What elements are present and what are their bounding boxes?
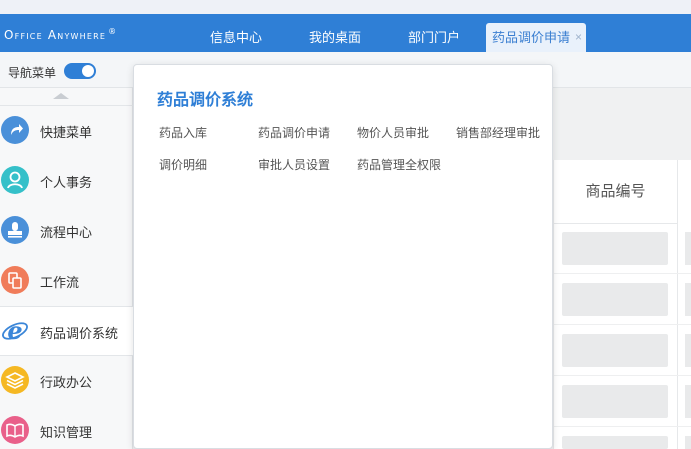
- row-divider: [554, 426, 691, 427]
- submenu-title: 药品调价系统: [157, 92, 254, 109]
- sidebar-item-label: 工作流: [40, 275, 80, 290]
- submenu-link-pricing-staff-approval[interactable]: 物价人员审批: [357, 124, 429, 141]
- table-cell[interactable]: [685, 334, 691, 367]
- submenu-link-price-adjust-details[interactable]: 调价明细: [159, 156, 207, 173]
- sidebar-item-workflow[interactable]: 工作流: [0, 256, 133, 306]
- submenu-link-drug-stock-in[interactable]: 药品入库: [159, 124, 207, 141]
- tab-my-desktop[interactable]: 我的桌面: [302, 23, 368, 52]
- submenu-link-price-adjust-request[interactable]: 药品调价申请: [258, 124, 330, 141]
- row-divider: [554, 273, 691, 274]
- table-cell[interactable]: [562, 385, 668, 418]
- sidebar-item-process-center[interactable]: 流程中心: [0, 206, 133, 256]
- sidebar-item-label: 快捷菜单: [40, 125, 93, 140]
- table-cell[interactable]: [562, 436, 668, 449]
- table-cell[interactable]: [685, 283, 691, 316]
- submenu-link-approver-settings[interactable]: 审批人员设置: [258, 156, 330, 173]
- table-cell[interactable]: [562, 334, 668, 367]
- sidebar-item-shortcut-menu[interactable]: 快捷菜单: [0, 106, 133, 156]
- sidebar-item-drug-pricing-system[interactable]: e 药品调价系统: [0, 306, 133, 356]
- app-header: Office Anywhere ® 信息中心 我的桌面 部门门户 药品调价申请 ×: [0, 14, 691, 52]
- sidebar-item-personal-affairs[interactable]: 个人事务: [0, 156, 133, 206]
- submenu-link-sales-manager-approval[interactable]: 销售部经理审批: [456, 124, 540, 141]
- brand-logo: Office Anywhere ®: [4, 27, 118, 42]
- layers-icon: [1, 366, 29, 394]
- tab-department-portal[interactable]: 部门门户: [401, 23, 467, 52]
- sidebar-item-administration[interactable]: 行政办公: [0, 356, 133, 406]
- sidebar: 快捷菜单 个人事务 流程中心 工作流 e 药品调价系统 行政办公 知识管理: [0, 88, 133, 449]
- sidebar-item-knowledge-management[interactable]: 知识管理: [0, 406, 133, 449]
- ie-browser-icon: e: [1, 316, 29, 345]
- tab-drug-price-application[interactable]: 药品调价申请 ×: [486, 23, 587, 52]
- nav-menu-toggle[interactable]: [64, 63, 96, 79]
- sidebar-item-label: 行政办公: [40, 375, 93, 390]
- column-header-product-code[interactable]: 商品编号: [554, 160, 677, 224]
- tab-info-center[interactable]: 信息中心: [203, 23, 269, 52]
- table-cell[interactable]: [685, 232, 691, 265]
- sidebar-item-label: 流程中心: [40, 225, 93, 240]
- table-cell[interactable]: [685, 436, 691, 449]
- sidebar-item-label: 个人事务: [40, 175, 93, 190]
- nav-menu-label: 导航菜单: [8, 66, 57, 80]
- toggle-knob: [82, 65, 94, 77]
- svg-text:e: e: [7, 317, 22, 345]
- submenu-link-full-permissions[interactable]: 药品管理全权限: [357, 156, 441, 173]
- stamp-icon: [1, 216, 29, 244]
- table-cell[interactable]: [562, 283, 668, 316]
- close-icon[interactable]: ×: [575, 23, 582, 52]
- table-cell[interactable]: [562, 232, 668, 265]
- sidebar-item-label: 药品调价系统: [40, 326, 119, 341]
- book-icon: [1, 416, 29, 444]
- row-divider: [554, 324, 691, 325]
- scroll-up-icon[interactable]: [53, 93, 69, 99]
- table-cell[interactable]: [685, 385, 691, 418]
- submenu-popup: 药品调价系统 药品入库 药品调价申请 物价人员审批 销售部经理审批 调价明细 审…: [133, 64, 553, 449]
- top-strip: [0, 0, 691, 14]
- user-icon: [1, 166, 29, 194]
- data-table: 商品编号: [553, 160, 691, 449]
- row-divider: [554, 375, 691, 376]
- share-arrow-icon: [1, 116, 29, 144]
- column-separator: [677, 160, 678, 449]
- sidebar-item-label: 知识管理: [40, 425, 93, 440]
- workflow-icon: [1, 266, 29, 294]
